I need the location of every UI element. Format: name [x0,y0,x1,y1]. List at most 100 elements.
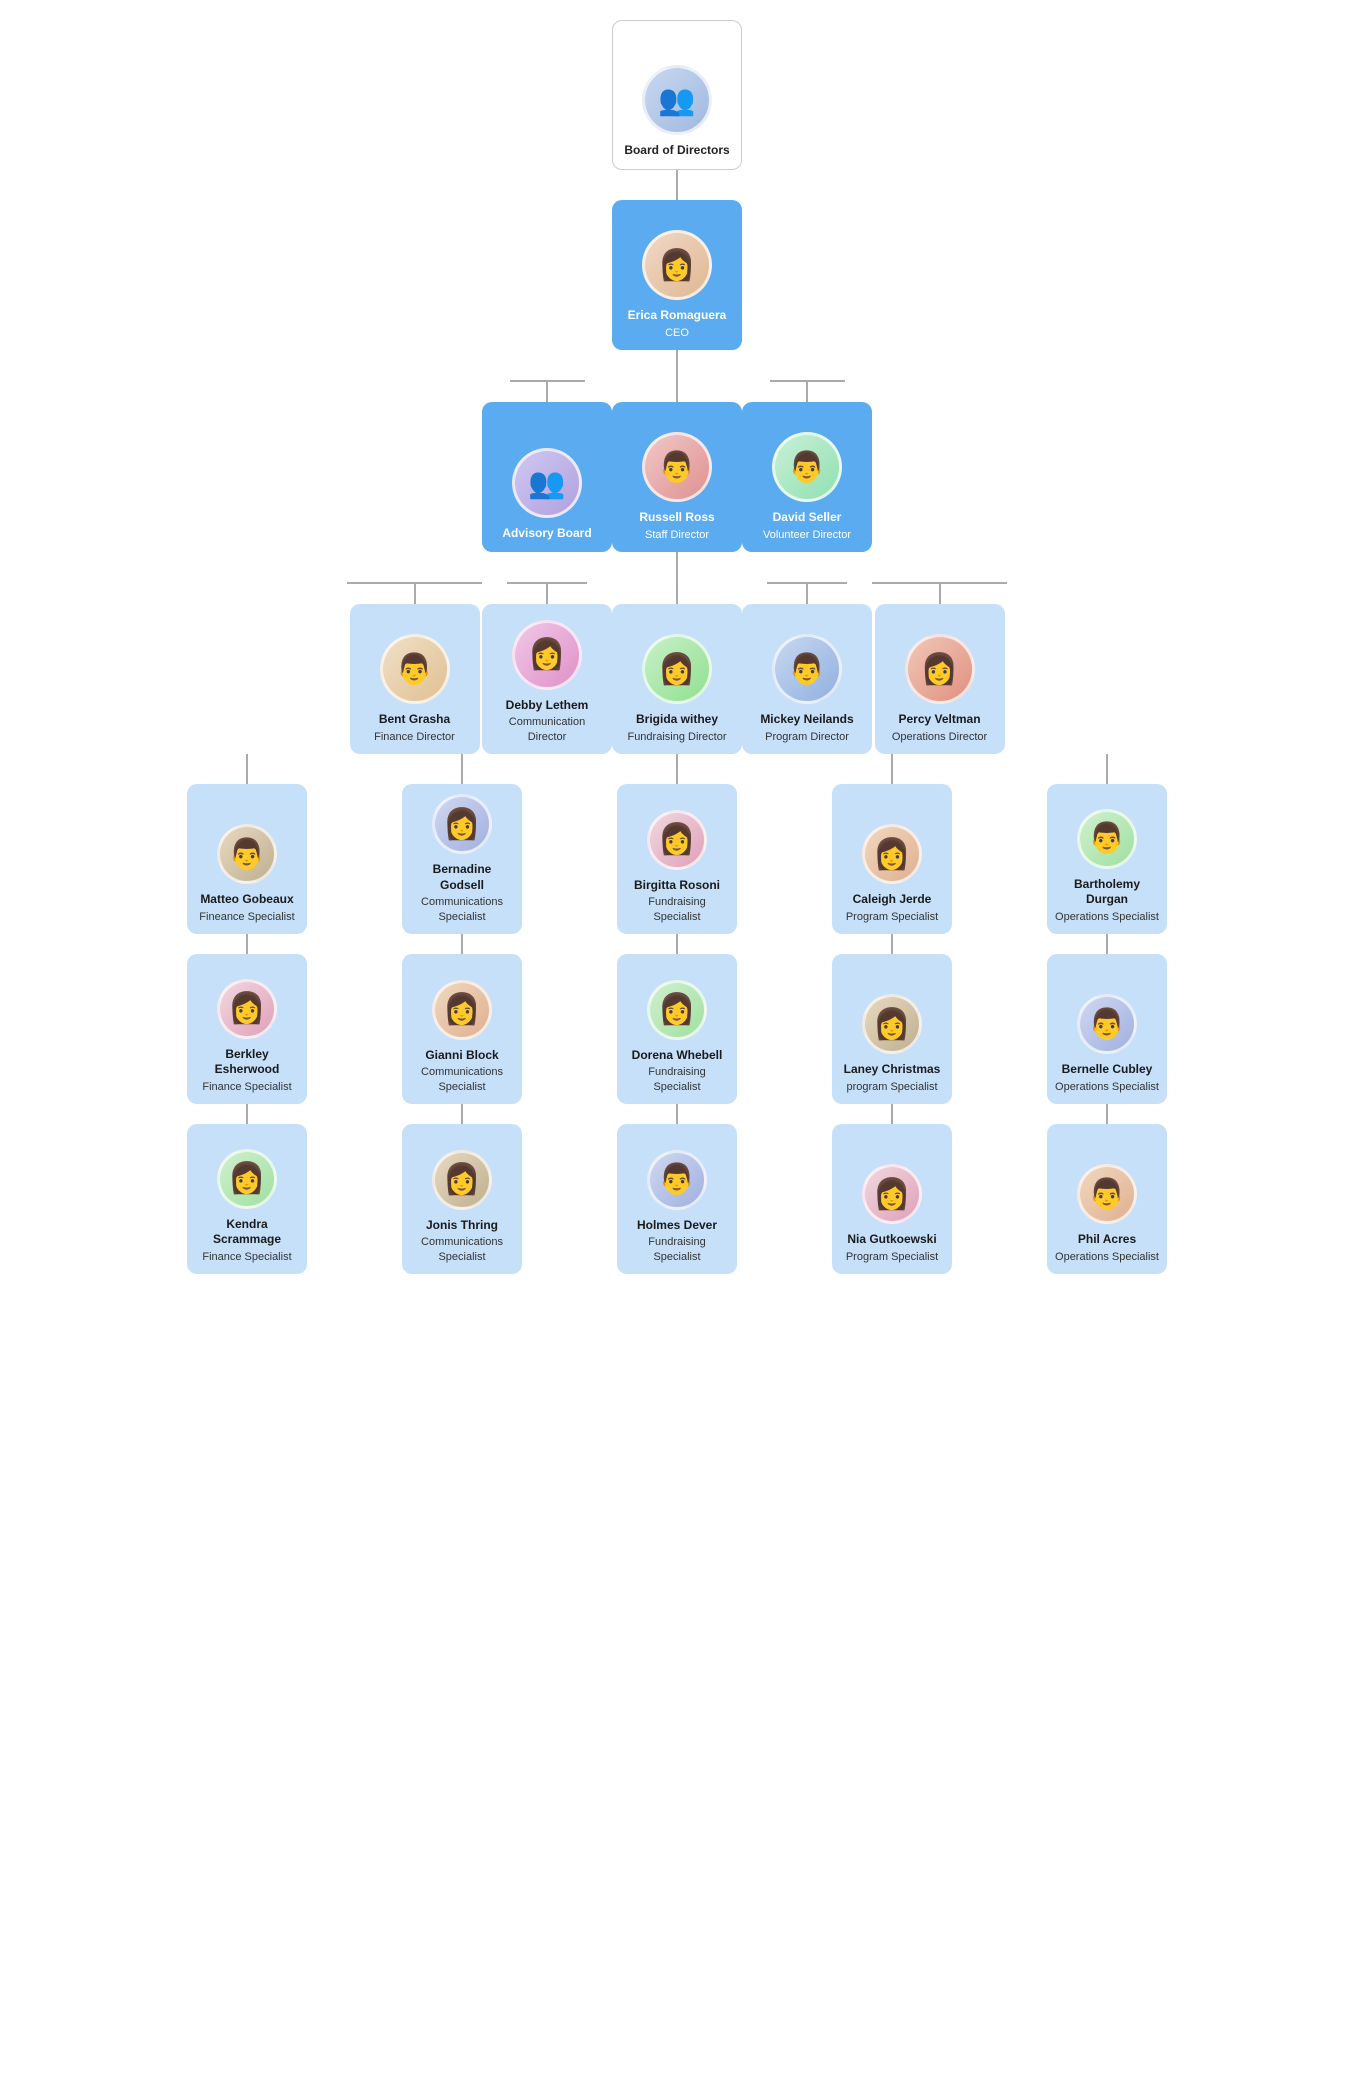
bernelle-title: Operations Specialist [1055,1080,1159,1094]
david-card[interactable]: 👨 David Seller Volunteer Director [742,402,872,552]
v-ops-2 [1106,934,1108,954]
v-brigida-top [676,582,678,604]
bent-card[interactable]: 👨 Bent Grasha Finance Director [350,604,480,754]
debby-name: Debby Lethem [506,698,589,714]
david-name: David Seller [773,510,842,526]
gianni-card[interactable]: 👩 Gianni Block Communications Specialist [402,954,522,1104]
v-russell-top [676,380,678,402]
caleigh-avatar: 👩 [862,824,922,884]
v-advisory [546,382,548,402]
v-prog-down [891,754,893,784]
bent-avatar: 👨 [380,634,450,704]
bernelle-avatar: 👨 [1077,994,1137,1054]
gianni-name: Gianni Block [425,1048,498,1064]
program-specialists-col: 👩 Caleigh Jerde Program Specialist 👩 Lan… [785,754,1000,1274]
matteo-row: 👨 Matteo Gobeaux Fineance Specialist [187,784,307,934]
ceo-name: Erica Romaguera [628,308,727,324]
percy-card[interactable]: 👩 Percy Veltman Operations Director [875,604,1005,754]
bernelle-card[interactable]: 👨 Bernelle Cubley Operations Specialist [1047,954,1167,1104]
russell-col: 👨 Russell Ross Staff Director [612,380,742,552]
v-prog-3 [891,1104,893,1124]
mickey-name: Mickey Neilands [760,712,853,728]
bartholemy-card[interactable]: 👨 Bartholemy Durgan Operations Specialis… [1047,784,1167,934]
birgitta-card[interactable]: 👩 Birgitta Rosoni Fundraising Specialist [617,784,737,934]
phil-card[interactable]: 👨 Phil Acres Operations Specialist [1047,1124,1167,1274]
v-ops-3 [1106,1104,1108,1124]
bent-col: 👨 Bent Grasha Finance Director [347,582,482,754]
advisory-avatar: 👥 [512,448,582,518]
v-comm-down [461,754,463,784]
david-col: 👨 David Seller Volunteer Director [742,380,872,552]
jonis-name: Jonis Thring [426,1218,498,1234]
jonis-title: Communications Specialist [410,1235,514,1264]
matteo-name: Matteo Gobeaux [200,892,293,908]
david-avatar: 👨 [772,432,842,502]
russell-title: Staff Director [645,528,709,542]
bartholemy-avatar: 👨 [1077,809,1137,869]
v-fund-2 [676,934,678,954]
phil-name: Phil Acres [1078,1232,1136,1248]
caleigh-name: Caleigh Jerde [853,892,932,908]
mickey-avatar: 👨 [772,634,842,704]
jonis-card[interactable]: 👩 Jonis Thring Communications Specialist [402,1124,522,1274]
nia-card[interactable]: 👩 Nia Gutkoewski Program Specialist [832,1124,952,1274]
advisory-board-card[interactable]: 👥 Advisory Board [482,402,612,552]
ceo-title: CEO [665,326,689,340]
matteo-avatar: 👨 [217,824,277,884]
mickey-card[interactable]: 👨 Mickey Neilands Program Director [742,604,872,754]
bernadine-avatar: 👩 [432,794,492,854]
brigida-title: Fundraising Director [627,730,726,744]
brigida-card[interactable]: 👩 Brigida withey Fundraising Director [612,604,742,754]
comm-specialists-col: 👩 Bernadine Godsell Communications Speci… [355,754,570,1274]
v-ops-down [1106,754,1108,784]
berkley-title: Finance Specialist [202,1080,291,1094]
matteo-card[interactable]: 👨 Matteo Gobeaux Fineance Specialist [187,784,307,934]
board-name: Board of Directors [624,143,729,159]
berkley-name: Berkley Esherwood [195,1047,299,1078]
dorena-title: Fundraising Specialist [625,1065,729,1094]
laney-card[interactable]: 👩 Laney Christmas program Specialist [832,954,952,1104]
debby-card[interactable]: 👩 Debby Lethem Communication Director [482,604,612,754]
org-chart: 👥 Board of Directors 👩 Erica Romaguera C… [20,20,1334,1274]
brigida-avatar: 👩 [642,634,712,704]
holmes-name: Holmes Dever [637,1218,717,1234]
holmes-title: Fundraising Specialist [625,1235,729,1264]
brigida-name: Brigida withey [636,712,718,728]
caleigh-title: Program Specialist [846,910,938,924]
board-avatar: 👥 [642,65,712,135]
phil-title: Operations Specialist [1055,1250,1159,1264]
level3-row: 👨 Bent Grasha Finance Director 👩 Debby L… [347,582,1007,754]
bernadine-card[interactable]: 👩 Bernadine Godsell Communications Speci… [402,784,522,934]
nia-title: Program Specialist [846,1250,938,1264]
holmes-avatar: 👨 [647,1150,707,1210]
v-bent [414,584,416,604]
kendra-name: Kendra Scrammage [195,1217,299,1248]
debby-col: 👩 Debby Lethem Communication Director [482,582,612,754]
kendra-avatar: 👩 [217,1149,277,1209]
holmes-card[interactable]: 👨 Holmes Dever Fundraising Specialist [617,1124,737,1274]
level2-row: 👥 Advisory Board 👨 Russell Ross Staff Di… [482,380,872,552]
ceo-avatar: 👩 [642,230,712,300]
bernadine-title: Communications Specialist [410,895,514,924]
connector-l2-l3 [676,552,678,582]
ceo-card[interactable]: 👩 Erica Romaguera CEO [612,200,742,350]
bernelle-name: Bernelle Cubley [1062,1062,1153,1078]
connector-ceo-l2 [676,350,678,380]
debby-avatar: 👩 [512,620,582,690]
kendra-title: Finance Specialist [202,1250,291,1264]
board-of-directors-card[interactable]: 👥 Board of Directors [612,20,742,170]
v-fund-down [676,754,678,784]
brigida-col: 👩 Brigida withey Fundraising Director [612,582,742,754]
russell-card[interactable]: 👨 Russell Ross Staff Director [612,402,742,552]
bartholemy-title: Operations Specialist [1055,910,1159,924]
dorena-card[interactable]: 👩 Dorena Whebell Fundraising Specialist [617,954,737,1104]
specialists-section: 👨 Matteo Gobeaux Fineance Specialist 👩 B… [140,754,1215,1274]
finance-specialists-col: 👨 Matteo Gobeaux Fineance Specialist 👩 B… [140,754,355,1274]
jonis-avatar: 👩 [432,1150,492,1210]
ceo-level: 👩 Erica Romaguera CEO [612,200,742,380]
caleigh-card[interactable]: 👩 Caleigh Jerde Program Specialist [832,784,952,934]
matteo-branch: 👨 Matteo Gobeaux Fineance Specialist [187,784,307,934]
berkley-card[interactable]: 👩 Berkley Esherwood Finance Specialist [187,954,307,1104]
phil-avatar: 👨 [1077,1164,1137,1224]
kendra-card[interactable]: 👩 Kendra Scrammage Finance Specialist [187,1124,307,1274]
